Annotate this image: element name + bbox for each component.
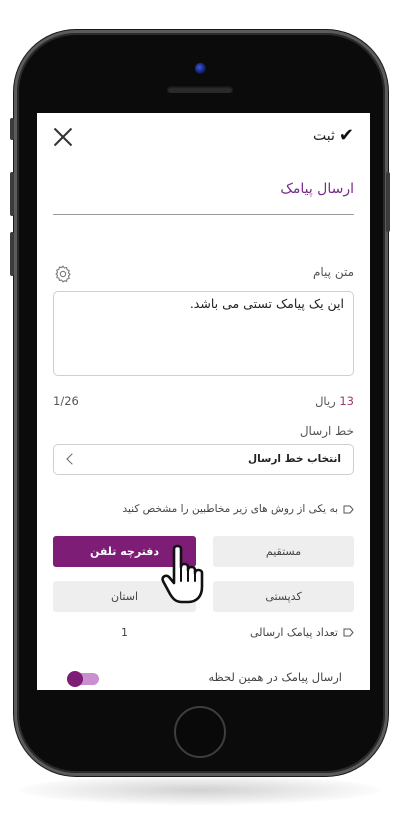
option-label: دفترچه تلفن bbox=[89, 545, 160, 558]
mute-switch bbox=[10, 118, 14, 140]
line-select[interactable]: انتخاب خط ارسال bbox=[53, 444, 354, 475]
option-label: کدپستی bbox=[265, 590, 302, 603]
message-textarea[interactable]: این یک پیامک تستی می باشد. bbox=[53, 291, 354, 376]
send-now-toggle[interactable] bbox=[67, 671, 99, 687]
hand-pointer-icon bbox=[161, 544, 204, 604]
message-text: این یک پیامک تستی می باشد. bbox=[189, 296, 344, 311]
submit-label: ثبت bbox=[313, 127, 335, 144]
earpiece-speaker bbox=[167, 86, 233, 93]
tag-icon bbox=[343, 505, 354, 514]
option-direct[interactable]: مستقیم bbox=[213, 536, 354, 567]
price-number: 13 bbox=[339, 394, 354, 408]
volume-down-button bbox=[10, 232, 14, 276]
phone-shadow bbox=[20, 775, 380, 805]
count-label: تعداد پیامک ارسالی bbox=[249, 626, 338, 639]
option-postal-code[interactable]: کدپستی bbox=[213, 581, 354, 612]
gear-icon[interactable] bbox=[53, 264, 73, 284]
submit-button[interactable]: ✔ ثبت bbox=[313, 125, 354, 146]
toggle-knob bbox=[67, 671, 83, 687]
option-label: مستقیم bbox=[265, 545, 302, 558]
price-display: 13 ریال bbox=[315, 394, 354, 408]
front-camera bbox=[195, 63, 206, 74]
check-icon: ✔ bbox=[338, 125, 354, 146]
recipients-hint: به یکی از روش های زیر مخاطبین را مشخص کن… bbox=[122, 503, 338, 515]
title-underline bbox=[53, 214, 354, 215]
chevron-left-icon bbox=[66, 453, 78, 465]
send-now-label: ارسال پیامک در همین لحظه bbox=[208, 670, 342, 684]
page-title: ارسال پیامک bbox=[280, 181, 354, 197]
line-select-value: انتخاب خط ارسال bbox=[247, 453, 341, 465]
char-counter: 1/26 bbox=[53, 394, 79, 408]
top-bar: ✔ ثبت bbox=[37, 123, 370, 153]
mockup-stage: ✔ ثبت ارسال پیامک متن پیام این یک پیامک … bbox=[0, 0, 400, 816]
option-label: استان bbox=[110, 590, 139, 603]
close-icon[interactable] bbox=[53, 127, 73, 147]
line-label: خط ارسال bbox=[299, 424, 354, 438]
count-value: 1 bbox=[121, 626, 128, 639]
message-label: متن پیام bbox=[312, 265, 354, 279]
tag-icon bbox=[343, 628, 354, 637]
home-button[interactable] bbox=[174, 706, 226, 758]
price-unit: ریال bbox=[315, 394, 336, 408]
volume-up-button bbox=[10, 172, 14, 216]
power-button bbox=[386, 172, 390, 232]
